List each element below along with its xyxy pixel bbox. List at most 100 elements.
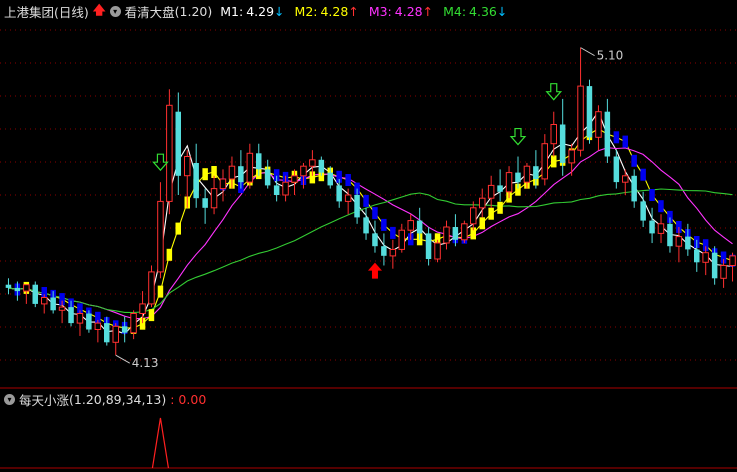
candle-down	[533, 166, 539, 179]
candle-up	[434, 242, 441, 260]
candle-up	[184, 156, 191, 177]
band-block-down	[658, 200, 664, 213]
candle-up	[246, 152, 254, 183]
period-label: (日线)	[54, 4, 89, 20]
candle-down	[559, 124, 566, 163]
band-block-up	[148, 309, 155, 322]
band-block-up	[497, 201, 503, 214]
indicator-name[interactable]: 看清大盘	[125, 2, 175, 21]
candle-down	[452, 227, 459, 240]
candle-down	[586, 86, 593, 138]
candle-up	[309, 159, 316, 167]
low-pointer	[115, 354, 130, 364]
sell-arrow-icon	[509, 127, 527, 146]
candle-up	[166, 104, 173, 202]
candle-down	[631, 175, 637, 202]
candle-up	[228, 165, 236, 180]
candle-down	[497, 185, 503, 192]
ma4-arrow-icon: ↓	[496, 3, 508, 19]
candle-down	[327, 172, 333, 186]
band-block-up	[157, 285, 164, 298]
ma2-label: M2:	[294, 3, 318, 19]
candle-down	[318, 159, 325, 173]
candle-down	[86, 313, 92, 330]
candle-up	[300, 165, 307, 177]
ma2-value: 4.28	[320, 3, 349, 19]
candle-up	[76, 313, 84, 324]
candle-down	[121, 326, 128, 333]
candle-down	[604, 111, 611, 157]
trend-up-icon: 🡅	[92, 1, 106, 17]
candle-down	[613, 156, 620, 183]
band-block-up	[175, 222, 181, 235]
buy-arrow-icon	[367, 262, 382, 279]
ma1-label: M1:	[220, 3, 244, 19]
candle-up	[157, 200, 164, 273]
band-block-down	[345, 174, 351, 186]
sub-chart-header: ▾ 每天小涨 (1.20,89,34,13) : 0.00	[4, 390, 210, 408]
candle-down	[694, 249, 700, 263]
band-block-down	[363, 194, 369, 207]
candle-down	[273, 185, 280, 195]
band-block-down	[372, 207, 378, 220]
candle-up	[398, 229, 405, 250]
candle-down	[711, 252, 718, 279]
candle-down	[175, 111, 181, 176]
candle-up	[720, 265, 727, 279]
candle-down	[354, 195, 360, 218]
candle-up	[595, 111, 602, 138]
high-pointer	[580, 47, 595, 57]
candle-up	[461, 223, 468, 241]
signal-spike	[151, 417, 170, 469]
candle-up	[389, 249, 397, 257]
sell-arrow-icon	[545, 83, 563, 101]
band-block-down	[381, 218, 387, 231]
band-block-down	[390, 226, 396, 239]
candle-down	[416, 220, 423, 234]
band-block-up	[488, 207, 494, 220]
candle-up	[505, 172, 513, 193]
candle-down	[193, 163, 199, 199]
candle-down	[515, 172, 521, 183]
band-block-down	[649, 189, 655, 201]
candle-down	[32, 284, 38, 304]
ma1-value: 4.29	[246, 3, 275, 19]
candle-up	[58, 306, 66, 311]
candle-down	[649, 220, 655, 234]
candle-down	[667, 223, 673, 247]
candle-down	[104, 323, 110, 343]
candle-down	[685, 236, 691, 250]
candle-down	[50, 297, 56, 311]
sub-indicator-params: (1.20,89,34,13)	[69, 391, 167, 407]
ma3-arrow-icon: ↑	[422, 3, 434, 19]
band-block-up	[551, 155, 557, 168]
sub-indicator-name[interactable]: 每天小涨	[19, 390, 69, 409]
low-price-label: 4.13	[132, 356, 159, 370]
candle-up	[541, 143, 548, 180]
band-block-down	[613, 131, 620, 144]
candle-down	[640, 201, 646, 221]
candle-up	[702, 252, 709, 263]
band-block-up	[202, 168, 208, 181]
ma3-value: 4.28	[394, 3, 423, 19]
ma4-value: 4.36	[469, 3, 497, 19]
candle-down	[363, 217, 369, 234]
sub-indicator-menu-icon[interactable]: ▾	[4, 393, 15, 405]
candle-up	[470, 207, 477, 225]
candle-up	[291, 175, 298, 183]
candle-down	[256, 153, 262, 170]
candle-up	[210, 188, 218, 209]
candle-up	[622, 175, 629, 183]
band-block-up	[166, 248, 173, 261]
candle-down	[202, 198, 208, 208]
candle-up	[729, 255, 736, 266]
indicator-menu-icon[interactable]: ▾	[109, 5, 121, 17]
candle-up	[219, 178, 227, 190]
candle-down	[336, 185, 342, 202]
candle-up	[139, 303, 146, 314]
candle-down	[264, 169, 271, 186]
candle-up	[487, 184, 495, 199]
candle-down	[14, 287, 21, 292]
candle-down	[68, 307, 74, 324]
candle-up	[407, 220, 414, 231]
